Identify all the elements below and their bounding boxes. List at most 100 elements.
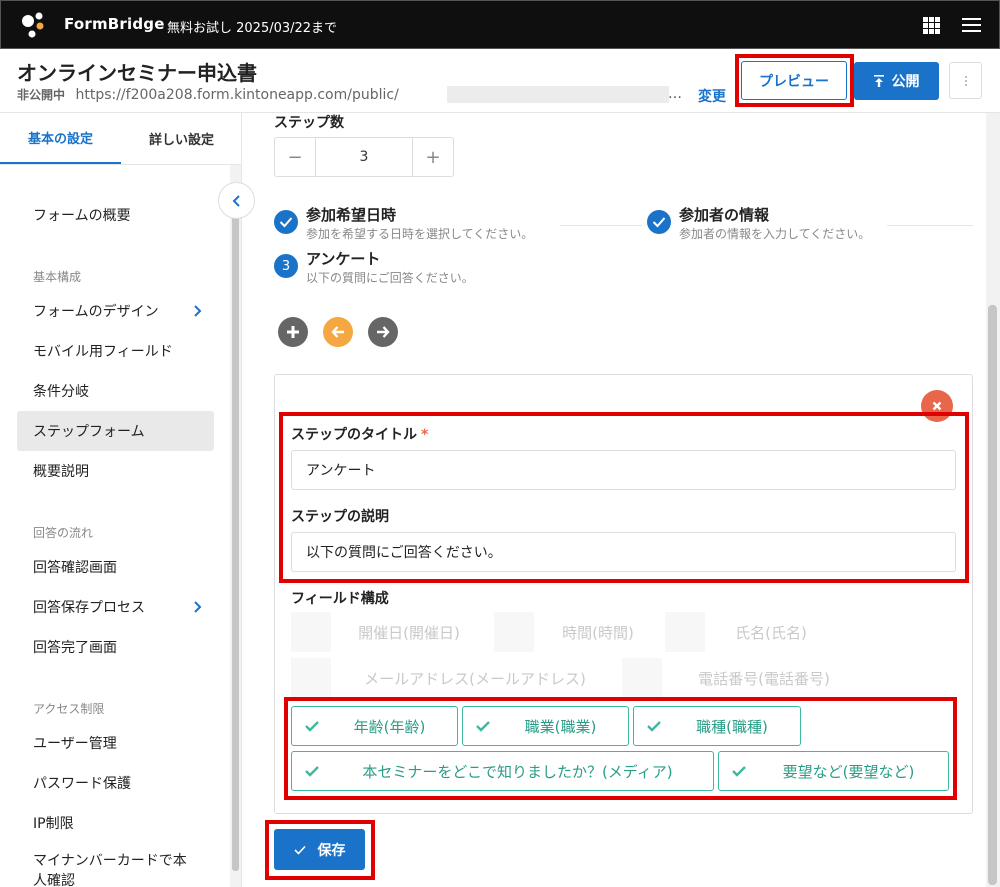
sidebar-item-complete-screen[interactable]: 回答完了画面 — [17, 627, 214, 667]
move-step-left-button[interactable] — [323, 317, 353, 347]
trial-notice: 無料お試し 2025/03/22まで — [167, 21, 338, 36]
step-title: 参加希望日時 — [306, 206, 397, 224]
step-title-input[interactable]: アンケート — [291, 450, 956, 490]
sidebar-item-summary[interactable]: 概要説明 — [17, 451, 214, 491]
step-connector — [560, 225, 642, 226]
field-label: 要望など(要望など) — [782, 762, 915, 781]
step-title: アンケート — [306, 250, 381, 268]
sidebar-item-mynumber-verification[interactable]: マイナンバーカードで本人確認 — [17, 851, 187, 887]
publish-button[interactable]: 公開 — [854, 62, 939, 100]
field-label: 開催日(開催日) — [358, 623, 460, 642]
save-button[interactable]: 保存 — [274, 829, 365, 870]
field-toggle-date[interactable]: 開催日(開催日) — [291, 612, 491, 652]
nav-group-basic: 基本構成 — [33, 270, 82, 284]
field-label: 年齢(年齢) — [353, 717, 426, 736]
url-ellipsis: … — [668, 86, 682, 102]
check-icon — [732, 766, 746, 777]
chevron-right-icon — [194, 601, 202, 613]
preview-button[interactable]: プレビュー — [741, 61, 847, 100]
step-title-label-text: ステップのタイトル — [291, 427, 417, 443]
field-label: 職種(職種) — [696, 717, 768, 736]
sidebar-item-conditional-branch[interactable]: 条件分岐 — [17, 371, 214, 411]
upload-icon — [873, 75, 884, 87]
field-toggle-name[interactable]: 氏名(氏名) — [665, 612, 835, 652]
required-mark: * — [421, 427, 429, 443]
delete-step-button[interactable] — [921, 390, 953, 422]
step-description: 以下の質問にご回答ください。 — [306, 271, 474, 285]
arrow-left-icon — [331, 326, 344, 338]
step-number: 3 — [274, 254, 298, 278]
step-description: 参加者の情報を入力してください。 — [679, 227, 871, 241]
plus-icon — [287, 326, 299, 338]
sidebar-item-form-design[interactable]: フォームのデザイン — [17, 291, 214, 331]
sidebar-scrollbar-thumb[interactable] — [232, 191, 239, 871]
check-icon — [647, 721, 661, 732]
status-badge: 非公開中 — [17, 88, 66, 102]
field-toggle-occupation[interactable]: 職業(職業) — [462, 706, 629, 746]
change-url-link[interactable]: 変更 — [698, 86, 726, 106]
step-description: 参加を希望する日時を選択してください。 — [306, 227, 534, 241]
sidebar-item-user-management[interactable]: ユーザー管理 — [17, 723, 214, 763]
add-step-button[interactable] — [278, 317, 308, 347]
check-icon — [293, 845, 306, 855]
tab-basic-settings[interactable]: 基本の設定 — [0, 113, 121, 164]
nav-group-flow: 回答の流れ — [33, 526, 94, 540]
apps-grid-icon[interactable] — [923, 17, 940, 34]
sidebar-item-step-form[interactable]: ステップフォーム — [17, 411, 214, 451]
sidebar-item-save-process[interactable]: 回答保存プロセス — [17, 587, 214, 627]
increment-button[interactable]: + — [413, 138, 453, 176]
sidebar-collapse-button[interactable] — [218, 182, 255, 219]
public-url: https://f200a208.form.kintoneapp.com/pub… — [75, 87, 399, 103]
step-connector — [887, 225, 973, 226]
step-count-label: ステップ数 — [274, 115, 344, 131]
more-options-button[interactable] — [949, 62, 982, 99]
field-composition-label: フィールド構成 — [291, 591, 389, 607]
step-description-input[interactable]: 以下の質問にご回答ください。 — [291, 532, 956, 572]
field-toggle-time[interactable]: 時間(時間) — [494, 612, 662, 652]
field-toggle-job-type[interactable]: 職種(職種) — [633, 706, 801, 746]
check-icon — [476, 721, 490, 732]
form-header: オンラインセミナー申込書 非公開中 https://f200a208.form.… — [0, 49, 1000, 113]
field-checkbox — [665, 612, 705, 652]
formbridge-logo-icon[interactable] — [18, 10, 48, 40]
step-check-icon — [274, 210, 298, 234]
field-label: 職業(職業) — [524, 717, 597, 736]
check-icon — [305, 766, 319, 777]
arrow-right-icon — [377, 326, 390, 338]
form-status-line: 非公開中 https://f200a208.form.kintoneapp.co… — [17, 86, 669, 103]
page-title: オンラインセミナー申込書 — [17, 61, 257, 85]
field-toggle-requests[interactable]: 要望など(要望など) — [718, 751, 949, 791]
field-toggle-email[interactable]: メールアドレス(メールアドレス) — [291, 658, 619, 698]
field-label: 電話番号(電話番号) — [698, 669, 830, 688]
step-check-icon — [647, 210, 671, 234]
sidebar-item-mobile-fields[interactable]: モバイル用フィールド — [17, 331, 214, 371]
field-label: 本セミナーをどこで知りましたか？(メディア) — [362, 762, 673, 781]
field-label: メールアドレス(メールアドレス) — [364, 669, 586, 688]
step-description-label: ステップの説明 — [291, 509, 389, 525]
hamburger-menu-icon[interactable] — [962, 18, 981, 32]
main-scrollbar-thumb[interactable] — [988, 305, 997, 885]
field-toggle-media[interactable]: 本セミナーをどこで知りましたか？(メディア) — [291, 751, 714, 791]
nav-group-access: アクセス制限 — [33, 702, 105, 716]
tab-detailed-settings[interactable]: 詳しい設定 — [121, 113, 241, 164]
chevron-left-icon — [232, 194, 240, 207]
sidebar-item-label: フォームのデザイン — [33, 304, 159, 320]
field-toggle-phone[interactable]: 電話番号(電話番号) — [622, 658, 866, 698]
move-step-right-button[interactable] — [368, 317, 398, 347]
sidebar-item-password-protection[interactable]: パスワード保護 — [17, 763, 214, 803]
sidebar-item-form-overview[interactable]: フォームの概要 — [17, 195, 214, 235]
step-count-value[interactable]: 3 — [315, 138, 413, 176]
url-masked-segment — [447, 86, 669, 103]
sidebar-item-confirm-screen[interactable]: 回答確認画面 — [17, 547, 214, 587]
sidebar-item-ip-restriction[interactable]: IP制限 — [17, 803, 214, 843]
save-label: 保存 — [317, 842, 346, 859]
step-title-label: ステップのタイトル * — [291, 424, 428, 444]
publish-label: 公開 — [891, 74, 920, 90]
step-count-stepper: − 3 + — [274, 137, 454, 177]
field-toggle-age[interactable]: 年齢(年齢) — [291, 706, 458, 746]
field-label: 氏名(氏名) — [735, 623, 807, 642]
field-checkbox — [291, 658, 331, 698]
decrement-button[interactable]: − — [275, 138, 315, 176]
tabs-divider — [0, 164, 241, 165]
check-icon — [305, 721, 319, 732]
